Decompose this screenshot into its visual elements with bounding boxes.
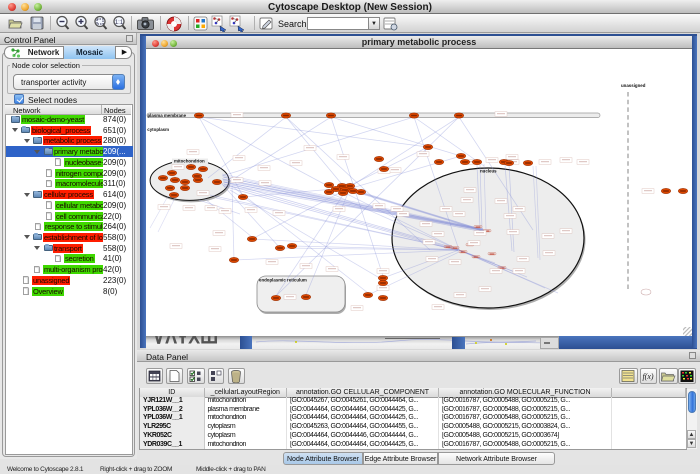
svg-text:1:1: 1:1 [115, 20, 124, 26]
svg-text:mitochondrion: mitochondrion [174, 159, 205, 164]
svg-text:unassigned: unassigned [621, 83, 646, 88]
svg-text:cytoplasm: cytoplasm [147, 127, 169, 132]
svg-text:endoplasmic reticulum: endoplasmic reticulum [259, 278, 307, 283]
svg-text:f(x): f(x) [642, 372, 653, 381]
svg-text:nucleus: nucleus [480, 169, 497, 174]
svg-text:plasma membrane: plasma membrane [148, 113, 187, 118]
